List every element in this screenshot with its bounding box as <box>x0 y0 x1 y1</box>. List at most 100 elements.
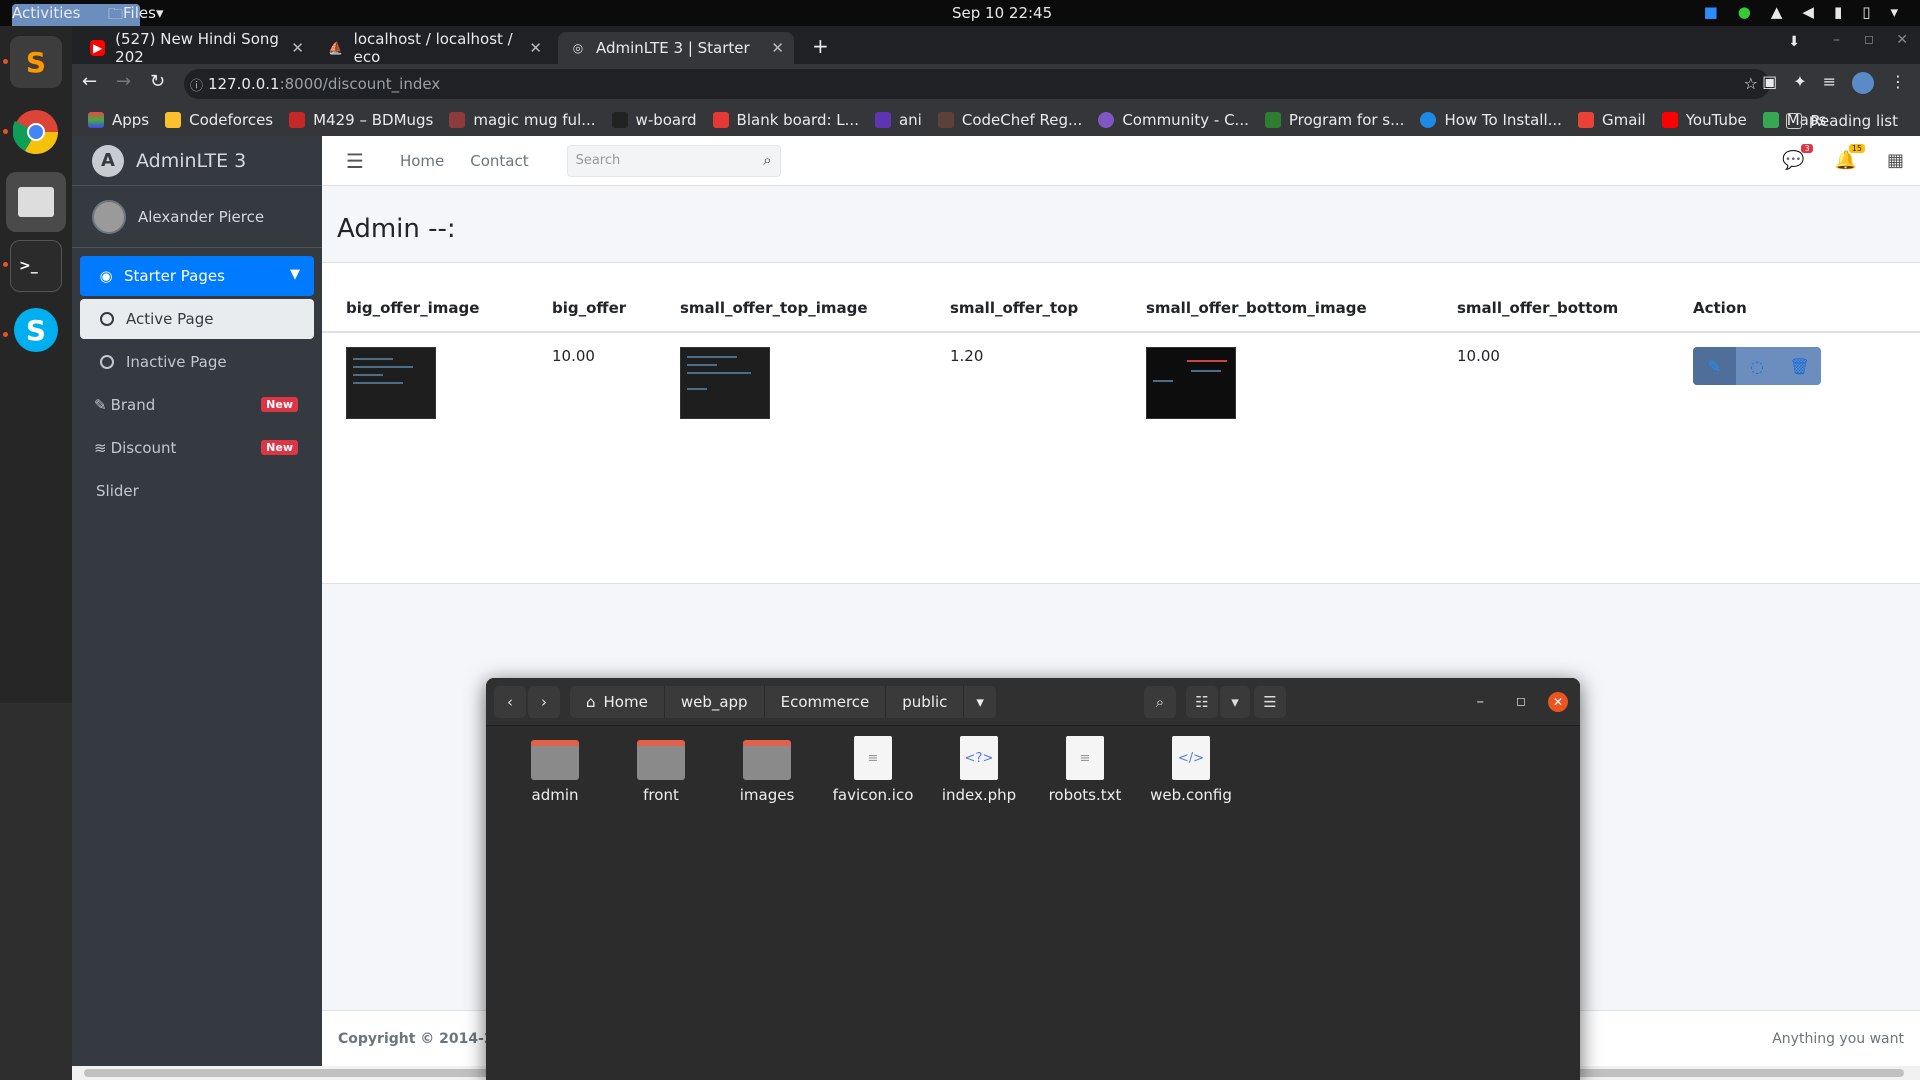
bookmark-bdmugs[interactable]: M429 – BDMugs <box>289 111 433 129</box>
close-browser-button[interactable]: ✕ <box>1896 32 1908 48</box>
minimize-browser-button[interactable]: – <box>1833 32 1840 48</box>
sidebar-item-starter-pages[interactable]: ◉ Starter Pages ▼ <box>80 256 314 296</box>
bookmark-how-to-install[interactable]: How To Install... <box>1420 111 1562 129</box>
bookmark-codeforces[interactable]: Codeforces <box>165 111 273 129</box>
clock[interactable]: Sep 10 22:45 <box>952 4 1052 22</box>
small-offer-bottom-image[interactable] <box>1146 347 1236 419</box>
minimize-icon[interactable]: – <box>1477 692 1485 710</box>
profile-avatar[interactable] <box>1852 72 1874 94</box>
tab-title: (527) New Hindi Song 202 <box>115 30 279 66</box>
file-item-index-php[interactable]: <?> index.php <box>926 736 1032 804</box>
nav-link-contact[interactable]: Contact <box>470 152 528 170</box>
trash-icon[interactable]: 🗑 <box>1778 347 1821 385</box>
tab-phpmyadmin[interactable]: ⛵ localhost / localhost / eco ✕ <box>316 30 552 66</box>
sidebar-item-brand[interactable]: ✎ Brand New <box>80 385 314 425</box>
tab-adminlte[interactable]: ◎ AdminLTE 3 | Starter ✕ <box>558 32 794 64</box>
view-options-button[interactable]: ▾ <box>1220 686 1250 718</box>
back-icon[interactable]: ← <box>82 71 97 92</box>
wifi-icon[interactable]: ▲ <box>1771 3 1783 21</box>
power-menu-icon[interactable]: ▾ <box>1890 3 1898 21</box>
list-view-button[interactable]: ☷ <box>1186 686 1218 718</box>
bookmark-blank-board[interactable]: Blank board: L... <box>712 111 859 129</box>
check-icon[interactable]: ● <box>1738 3 1751 21</box>
sidebar-item-active-page[interactable]: Active Page <box>80 299 314 339</box>
big-offer-image[interactable] <box>346 347 436 419</box>
media-queue-icon[interactable]: ≡ <box>1823 72 1836 94</box>
file-item-web-config[interactable]: </> web.config <box>1138 736 1244 804</box>
notifications-icon[interactable]: 🔔 15 <box>1835 144 1865 171</box>
bookmark-ani[interactable]: ani <box>874 111 922 129</box>
files-app-icon[interactable] <box>6 172 66 232</box>
navbar-icons: 💬 3 🔔 15 ▦ <box>1782 144 1904 171</box>
breadcrumb-public[interactable]: public <box>886 686 965 718</box>
nav-link-home[interactable]: Home <box>400 152 444 170</box>
bookmark-youtube[interactable]: YouTube <box>1661 111 1747 129</box>
php-file-icon: <?> <box>960 736 998 780</box>
sidebar-item-slider[interactable]: Slider <box>80 471 314 511</box>
hide-eye-icon[interactable]: ◌ <box>1736 347 1779 385</box>
breadcrumb-home[interactable]: ⌂ Home <box>570 686 665 718</box>
forward-button[interactable]: › <box>528 686 560 718</box>
bookmark-magic-mug[interactable]: magic mug ful... <box>449 111 596 129</box>
tab-youtube[interactable]: ▶ (527) New Hindi Song 202 ✕ <box>78 30 314 66</box>
menu-button[interactable]: ☰ <box>1254 686 1286 718</box>
reload-icon[interactable]: ↻ <box>150 71 165 92</box>
bookmark-program[interactable]: Program for s... <box>1264 111 1404 129</box>
folder-item-front[interactable]: front <box>608 736 714 804</box>
file-item-favicon[interactable]: ≡ favicon.ico <box>820 736 926 804</box>
brand-link[interactable]: A AdminLTE 3 <box>72 136 322 186</box>
maximize-icon[interactable]: ◻ <box>1516 694 1526 708</box>
zoom-icon[interactable]: ■ <box>1704 3 1718 21</box>
user-panel[interactable]: Alexander Pierce <box>72 186 322 248</box>
bookmark-star-icon[interactable]: ☆ <box>1744 74 1758 93</box>
bookmark-codechef[interactable]: CodeChef Reg... <box>937 111 1082 129</box>
bookmark-community[interactable]: Community - C... <box>1098 111 1249 129</box>
terminal-icon[interactable]: >_ <box>10 240 62 292</box>
forward-icon[interactable]: → <box>116 71 131 92</box>
chrome-icon[interactable] <box>10 106 62 158</box>
search-button[interactable]: ⌕ <box>1144 686 1176 718</box>
edit-icon[interactable]: ✎ <box>1693 347 1736 385</box>
breadcrumb-ecommerce[interactable]: Ecommerce <box>765 686 887 718</box>
close-tab-icon[interactable]: ✕ <box>291 39 304 57</box>
sidebar-item-discount[interactable]: ≋ Discount New <box>80 428 314 468</box>
site-info-icon[interactable]: ⓘ <box>190 75 203 94</box>
hamburger-menu-icon[interactable]: ☰ <box>346 149 364 173</box>
tab-search-icon[interactable]: ⬇ <box>1788 34 1800 50</box>
user-name[interactable]: Alexander Pierce <box>138 208 264 226</box>
file-name: admin <box>531 786 579 804</box>
sublime-text-icon[interactable]: S <box>10 36 62 88</box>
extension-icon[interactable]: ▣ <box>1762 72 1777 94</box>
close-tab-icon[interactable]: ✕ <box>771 39 784 57</box>
back-button[interactable]: ‹ <box>494 686 526 718</box>
close-tab-icon[interactable]: ✕ <box>529 39 542 57</box>
search-icon[interactable]: ⌕ <box>763 151 771 169</box>
puzzle-icon[interactable]: ✦ <box>1793 72 1806 94</box>
system-tray[interactable]: ■ ● ▲ ◀ ▮ ▯ ▾ <box>1704 3 1898 21</box>
search-input[interactable]: Search ⌕ <box>566 144 781 177</box>
maximize-browser-button[interactable]: ◻ <box>1864 32 1874 46</box>
breadcrumb-web-app[interactable]: web_app <box>665 686 765 718</box>
file-item-robots-txt[interactable]: ≡ robots.txt <box>1032 736 1138 804</box>
bookmark-gmail[interactable]: Gmail <box>1577 111 1646 129</box>
battery-icon[interactable]: ▯ <box>1862 3 1870 21</box>
close-icon[interactable]: ✕ <box>1548 692 1568 712</box>
skype-icon[interactable]: S <box>14 308 58 352</box>
control-sidebar-icon[interactable]: ▦ <box>1887 150 1904 171</box>
globe-icon: ◎ <box>572 41 584 55</box>
messages-icon[interactable]: 💬 3 <box>1782 144 1813 171</box>
folder-item-admin[interactable]: admin <box>502 736 608 804</box>
small-offer-top-image[interactable] <box>680 347 770 419</box>
folder-item-images[interactable]: images <box>714 736 820 804</box>
bookmark-apps[interactable]: Apps <box>88 111 149 129</box>
address-bar[interactable]: ⓘ 127.0.0.1:8000/discount_index ☆ <box>184 69 1770 99</box>
reading-list-button[interactable]: Reading list <box>1786 112 1898 130</box>
sidebar-item-label: Brand <box>110 396 156 414</box>
bookmark-w-board[interactable]: w-board <box>611 111 697 129</box>
new-tab-button[interactable]: + <box>812 34 829 58</box>
volume-icon[interactable]: ◀ <box>1802 3 1814 21</box>
breadcrumb-menu-chevron-down-icon[interactable]: ▾ <box>964 686 996 718</box>
sidebar-item-inactive-page[interactable]: Inactive Page <box>80 342 314 382</box>
mic-icon[interactable]: ▮ <box>1834 3 1842 21</box>
chrome-menu-icon[interactable]: ⋮ <box>1890 72 1906 94</box>
